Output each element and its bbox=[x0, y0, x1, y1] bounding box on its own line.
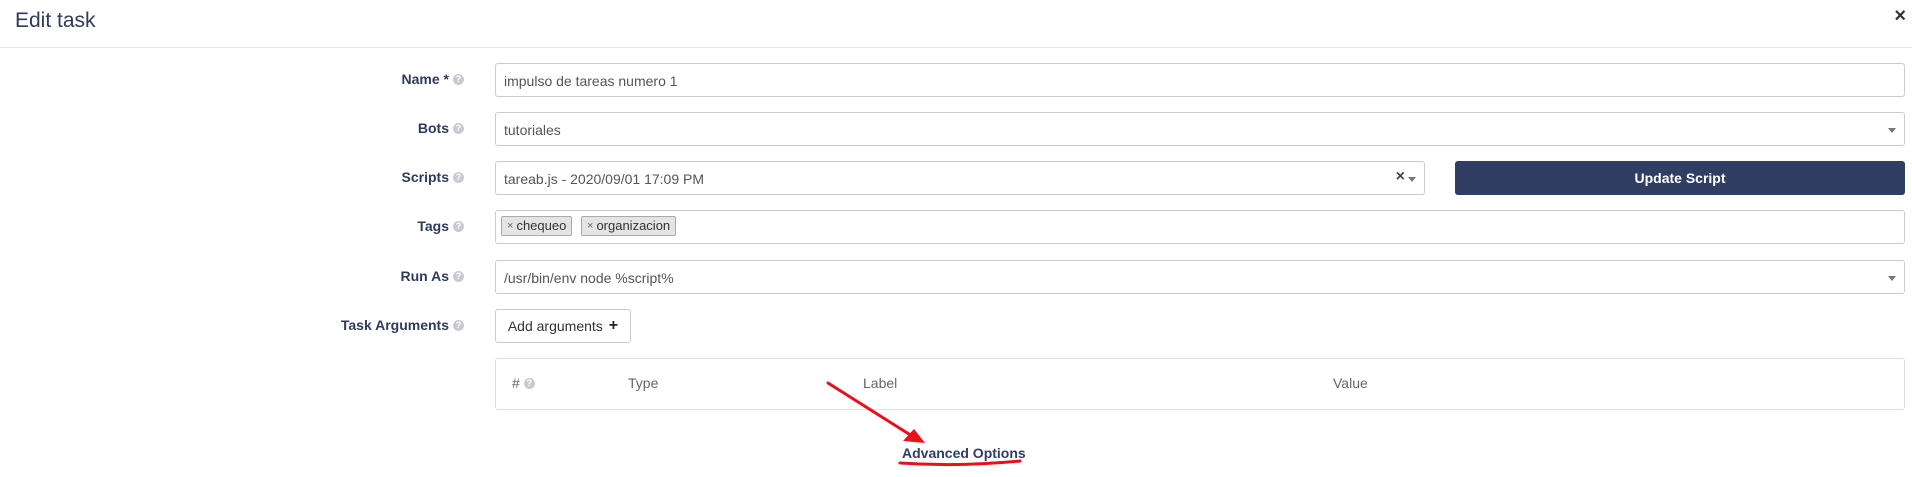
help-icon[interactable]: ? bbox=[453, 171, 464, 183]
modal-title: Edit task bbox=[15, 9, 96, 32]
bots-select[interactable]: tutoriales bbox=[495, 112, 1905, 146]
column-header-number: # ? bbox=[512, 375, 535, 391]
scripts-select[interactable]: tareab.js - 2020/09/01 17:09 PM × bbox=[495, 161, 1425, 195]
run-as-select-value: /usr/bin/env node %script% bbox=[504, 270, 674, 286]
name-input-value: impulso de tareas numero 1 bbox=[504, 73, 678, 89]
name-input[interactable]: impulso de tareas numero 1 bbox=[495, 63, 1905, 97]
run-as-label-row: Run As ? bbox=[401, 268, 464, 284]
update-script-button[interactable]: Update Script bbox=[1455, 161, 1905, 195]
remove-tag-icon[interactable]: × bbox=[507, 216, 513, 236]
column-header-label: # bbox=[512, 375, 520, 391]
bots-label-row: Bots ? bbox=[418, 120, 464, 136]
help-icon[interactable]: ? bbox=[453, 122, 464, 134]
chevron-down-icon bbox=[1408, 177, 1416, 182]
task-arguments-label: Task Arguments bbox=[340, 317, 449, 333]
column-header-label: Label bbox=[863, 375, 898, 391]
modal-header: Edit task × bbox=[0, 0, 1912, 48]
underline-mark bbox=[898, 459, 1022, 467]
tag-chip: × organizacion bbox=[581, 216, 677, 236]
arrow-head bbox=[903, 429, 925, 443]
add-arguments-label: Add arguments bbox=[507, 318, 603, 334]
bots-select-value: tutoriales bbox=[504, 122, 561, 138]
run-as-label: Run As bbox=[400, 268, 449, 284]
tag-label: chequeo bbox=[516, 218, 567, 233]
column-header-type: Type bbox=[628, 375, 659, 391]
scripts-label: Scripts bbox=[401, 169, 449, 185]
tag-label: organizacion bbox=[596, 218, 671, 233]
tags-label-row: Tags ? bbox=[417, 218, 464, 234]
name-label: Name * bbox=[401, 71, 449, 87]
tags-input[interactable]: × chequeo × organizacion bbox=[495, 210, 1905, 244]
advanced-options-link[interactable]: Advanced Options bbox=[902, 445, 1026, 461]
column-header-value: Value bbox=[1333, 375, 1368, 391]
help-icon[interactable]: ? bbox=[453, 319, 464, 331]
chevron-down-icon bbox=[1888, 128, 1896, 133]
help-icon[interactable]: ? bbox=[453, 220, 464, 232]
scripts-select-value: tareab.js - 2020/09/01 17:09 PM bbox=[504, 171, 705, 187]
help-icon[interactable]: ? bbox=[453, 73, 464, 85]
tag-chip: × chequeo bbox=[501, 216, 573, 236]
help-icon[interactable]: ? bbox=[523, 377, 535, 389]
plus-icon: + bbox=[608, 317, 619, 334]
add-arguments-button[interactable]: Add arguments + bbox=[495, 309, 631, 343]
bots-label: Bots bbox=[417, 120, 449, 136]
remove-tag-icon[interactable]: × bbox=[587, 216, 593, 236]
arguments-table: # ? Type Label Value bbox=[495, 358, 1905, 410]
tags-label: Tags bbox=[417, 218, 449, 234]
help-icon[interactable]: ? bbox=[453, 270, 464, 282]
task-arguments-label-row: Task Arguments ? bbox=[341, 317, 464, 333]
close-icon[interactable]: × bbox=[1894, 5, 1906, 28]
clear-icon[interactable]: × bbox=[1396, 168, 1405, 186]
run-as-select[interactable]: /usr/bin/env node %script% bbox=[495, 260, 1905, 294]
name-label-row: Name * ? bbox=[402, 71, 464, 87]
scripts-label-row: Scripts ? bbox=[402, 169, 464, 185]
chevron-down-icon bbox=[1888, 276, 1896, 281]
